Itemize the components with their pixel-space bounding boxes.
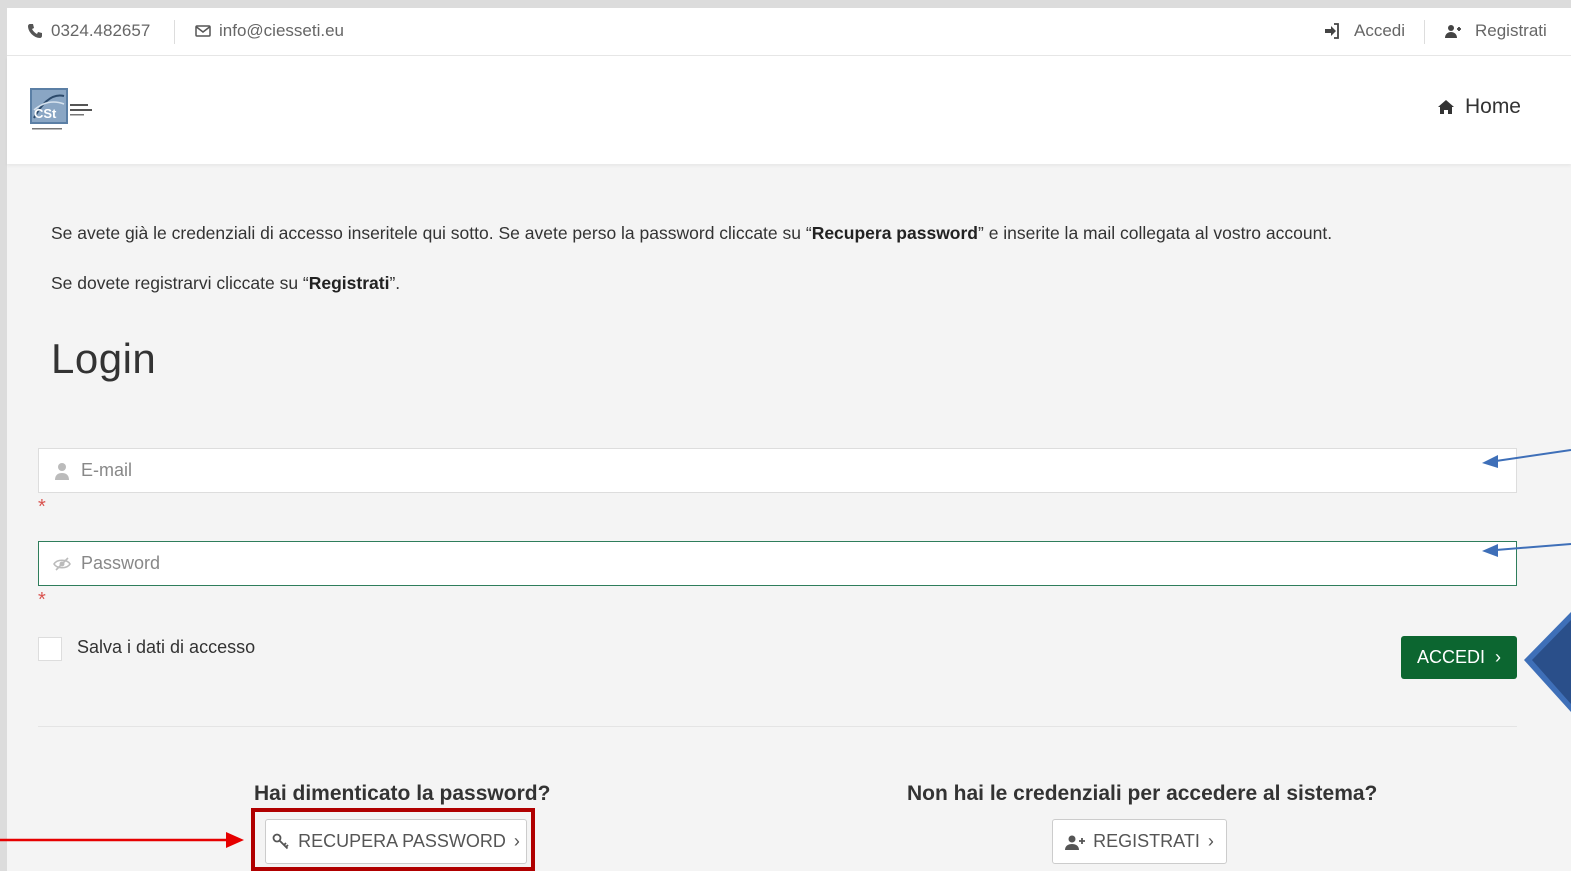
logo-text: CSt	[34, 106, 57, 121]
sign-in-icon	[1325, 23, 1339, 39]
register-label: REGISTRATI	[1093, 831, 1200, 851]
topbar-login-link[interactable]: Accedi	[1324, 21, 1405, 41]
phone-contact[interactable]: 0324.482657	[27, 21, 150, 41]
user-icon	[55, 463, 69, 480]
eye-slash-icon[interactable]	[53, 555, 71, 573]
user-plus-icon	[1445, 25, 1461, 38]
intro-2-bold: Registrati	[308, 273, 390, 293]
topbar-register-label: Registrati	[1475, 21, 1547, 40]
nav-home[interactable]: Home	[1437, 95, 1521, 119]
intro-2-pre: Se dovete registrarvi cliccate su “	[51, 273, 309, 293]
intro-text-1: Se avete già le credenziali di accesso i…	[51, 223, 1332, 244]
site-header: CSt Home	[7, 56, 1571, 164]
login-title: Login	[51, 335, 157, 382]
phone-icon	[28, 24, 42, 38]
password-field[interactable]	[38, 541, 1517, 586]
forgot-password-title: Hai dimenticato la password?	[254, 782, 551, 805]
topbar-login-label: Accedi	[1354, 21, 1406, 40]
section-divider	[38, 726, 1517, 727]
register-button[interactable]: REGISTRATI ›	[1052, 819, 1227, 864]
site-logo[interactable]: CSt	[30, 88, 116, 134]
email-contact[interactable]: info@ciesseti.eu	[195, 21, 344, 41]
login-submit-button[interactable]: ACCEDI ›	[1401, 636, 1517, 679]
topbar-register-link[interactable]: Registrati	[1445, 21, 1547, 41]
topbar-divider	[1424, 20, 1425, 44]
phone-number: 0324.482657	[51, 21, 151, 40]
chevron-right-icon: ›	[1495, 647, 1501, 667]
home-icon	[1437, 100, 1454, 114]
user-plus-icon	[1065, 835, 1086, 850]
remember-label[interactable]: Salva i dati di accesso	[77, 637, 255, 658]
password-input[interactable]	[81, 542, 1481, 585]
intro-text-2: Se dovete registrarvi cliccate su “Regis…	[51, 273, 400, 294]
intro-1-bold: Recupera password	[811, 223, 978, 243]
topbar-divider	[174, 20, 175, 44]
envelope-icon	[195, 25, 211, 37]
intro-1-pre: Se avete già le credenziali di accesso i…	[51, 223, 812, 243]
email-input[interactable]	[81, 449, 1481, 492]
annotation-highlight-box	[251, 808, 535, 871]
nav-home-label: Home	[1464, 95, 1521, 118]
intro-2-post: ”.	[389, 273, 401, 293]
password-required-mark: *	[38, 589, 46, 611]
login-submit-label: ACCEDI	[1416, 647, 1485, 667]
chevron-right-icon: ›	[1207, 831, 1214, 851]
email-address: info@ciesseti.eu	[219, 21, 344, 40]
remember-checkbox[interactable]	[38, 637, 62, 661]
signup-title: Non hai le credenziali per accedere al s…	[907, 782, 1378, 805]
top-bar: 0324.482657 info@ciesseti.eu Accedi Regi…	[7, 8, 1571, 56]
intro-1-post: ” e inserite la mail collegata al vostro…	[978, 223, 1333, 243]
email-required-mark: *	[38, 496, 46, 518]
email-field[interactable]	[38, 448, 1517, 493]
page-frame: 0324.482657 info@ciesseti.eu Accedi Regi…	[7, 8, 1571, 871]
